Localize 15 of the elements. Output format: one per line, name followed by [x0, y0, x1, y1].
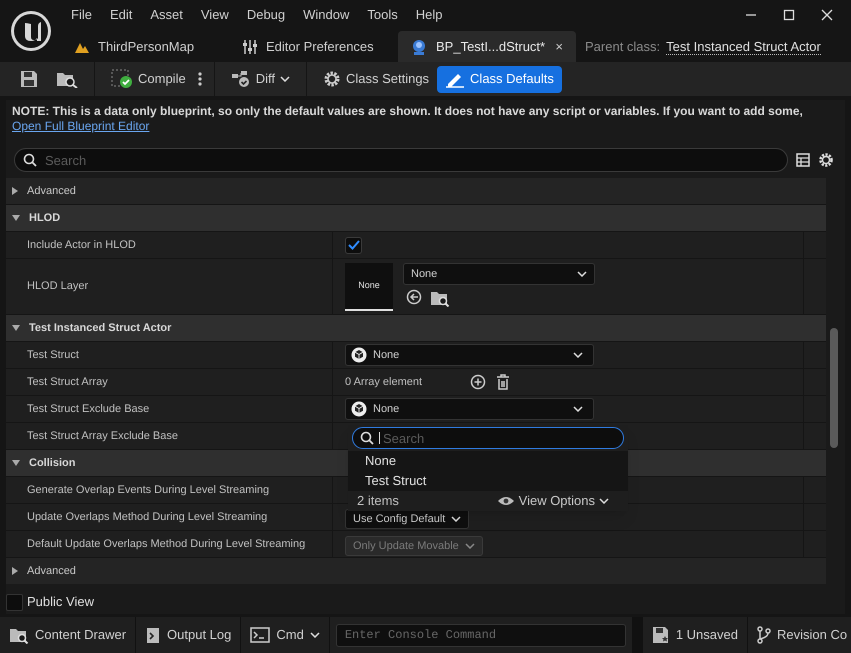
property-label: Default Update Overlaps Method During Level Streaming: [27, 536, 306, 552]
property-label: Test Struct Exclude Base: [27, 402, 150, 417]
checkbox-label: Public View: [27, 593, 94, 612]
array-count: 0 Array element: [345, 374, 424, 390]
item-count: 2 items: [357, 492, 399, 510]
property-label: Update Overlaps Method During Level Streaming: [27, 510, 268, 525]
property-label: Test Struct Array: [27, 374, 108, 390]
note-text: NOTE: This is a data only blueprint, so only the default values are shown. It does not have any script or variables. If you want to add some,: [12, 104, 803, 118]
property-label: Include Actor in HLOD: [27, 238, 136, 253]
asset-thumbnail: None: [345, 262, 393, 310]
property-label: HLOD Layer: [27, 279, 88, 294]
property-label: Test Struct Array Exclude Base: [27, 428, 178, 444]
property-label: Test Struct: [27, 348, 79, 363]
property-label: Generate Overlap Events During Level Streaming: [27, 482, 270, 498]
parent-class-label: Parent class:: [585, 38, 660, 56]
